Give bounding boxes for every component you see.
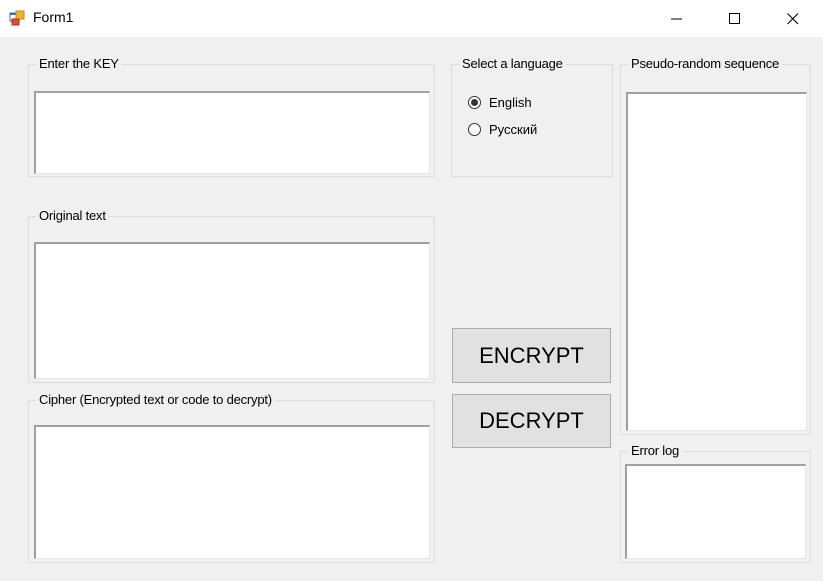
sequence-output[interactable] bbox=[626, 92, 807, 431]
key-groupbox: Enter the KEY bbox=[28, 56, 435, 177]
language-group-title: Select a language bbox=[459, 56, 566, 71]
encrypt-button[interactable]: ENCRYPT bbox=[452, 328, 611, 383]
radio-english-indicator[interactable] bbox=[468, 95, 481, 109]
minimize-icon bbox=[671, 13, 683, 25]
maximize-button[interactable] bbox=[706, 0, 764, 37]
form-client-area: Enter the KEY Original text Cipher (Encr… bbox=[0, 37, 823, 581]
close-button[interactable] bbox=[764, 0, 822, 37]
radio-russian-indicator[interactable] bbox=[468, 122, 481, 136]
error-log-group-title: Error log bbox=[628, 443, 683, 458]
original-text-groupbox: Original text bbox=[28, 208, 435, 383]
radio-english-label: English bbox=[489, 94, 532, 110]
language-groupbox: Select a language English Русский bbox=[451, 56, 613, 177]
key-group-title: Enter the KEY bbox=[36, 56, 122, 71]
app-window: Form1 Enter the KEY Original text Cipher… bbox=[0, 0, 823, 581]
close-icon bbox=[787, 12, 799, 25]
error-log-output[interactable] bbox=[625, 464, 806, 559]
radio-english[interactable]: English bbox=[468, 93, 532, 111]
window-title: Form1 bbox=[33, 9, 74, 25]
error-log-groupbox: Error log bbox=[620, 443, 811, 563]
key-input[interactable] bbox=[34, 91, 430, 174]
maximize-icon bbox=[729, 12, 741, 25]
minimize-button[interactable] bbox=[648, 0, 706, 37]
radio-russian-label: Русский bbox=[489, 121, 538, 137]
sequence-group-title: Pseudo-random sequence bbox=[628, 56, 783, 71]
cipher-groupbox: Cipher (Encrypted text or code to decryp… bbox=[28, 392, 435, 563]
original-text-group-title: Original text bbox=[36, 208, 109, 223]
radio-russian[interactable]: Русский bbox=[468, 120, 537, 138]
original-text-input[interactable] bbox=[34, 242, 430, 379]
cipher-input[interactable] bbox=[34, 425, 430, 559]
winforms-app-icon bbox=[9, 10, 25, 26]
sequence-groupbox: Pseudo-random sequence bbox=[620, 56, 811, 435]
decrypt-button[interactable]: DECRYPT bbox=[452, 394, 611, 448]
title-bar[interactable]: Form1 bbox=[0, 0, 823, 37]
cipher-group-title: Cipher (Encrypted text or code to decryp… bbox=[36, 392, 275, 407]
